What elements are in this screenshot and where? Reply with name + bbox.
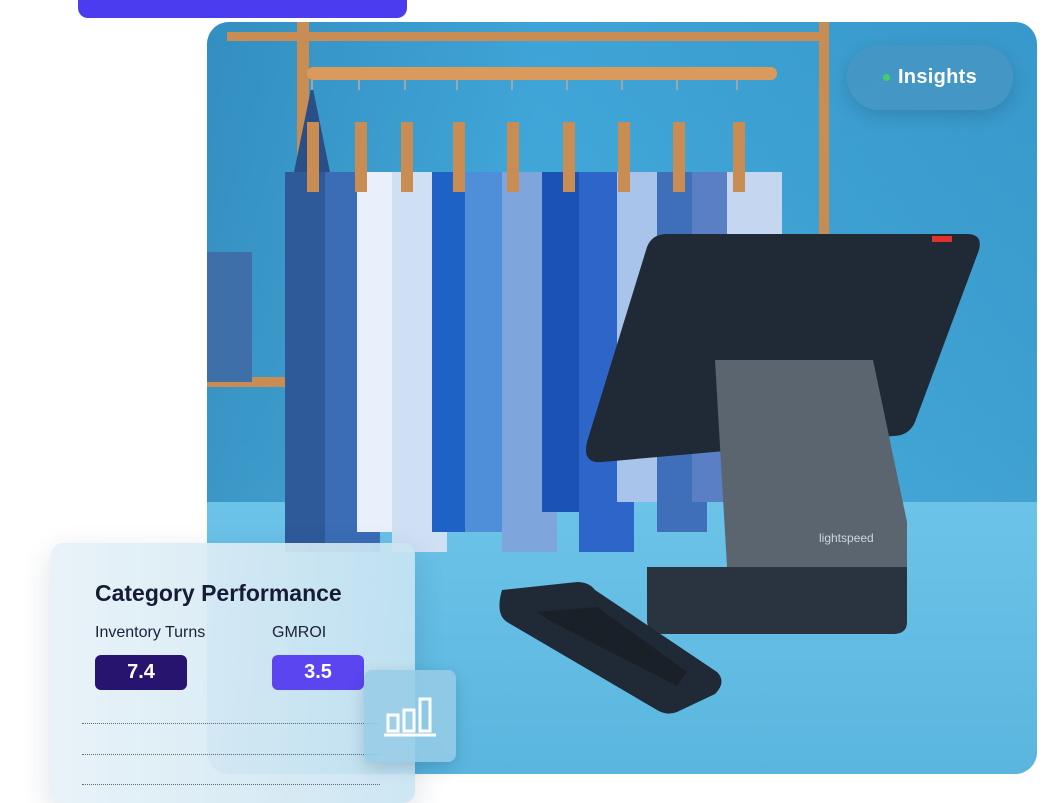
divider: [82, 754, 380, 755]
gmroi-value: 3.5: [272, 655, 364, 690]
inventory-turns-label: Inventory Turns: [95, 624, 206, 641]
bar-chart-icon: [384, 697, 436, 737]
chart-button[interactable]: [364, 670, 456, 762]
divider: [82, 723, 380, 724]
divider: [82, 784, 380, 785]
top-accent-bar: [78, 0, 407, 18]
inventory-turns-value: 7.4: [95, 655, 187, 690]
status-dot-icon: [882, 74, 890, 81]
gmroi-label: GMROI: [272, 624, 327, 641]
svg-text:lightspeed: lightspeed: [819, 531, 874, 545]
category-performance-card: Category Performance Inventory Turns GMR…: [51, 543, 415, 803]
card-title: Category Performance: [95, 580, 342, 606]
insights-label: Insights: [897, 66, 978, 88]
insights-badge[interactable]: Insights: [847, 45, 1013, 110]
